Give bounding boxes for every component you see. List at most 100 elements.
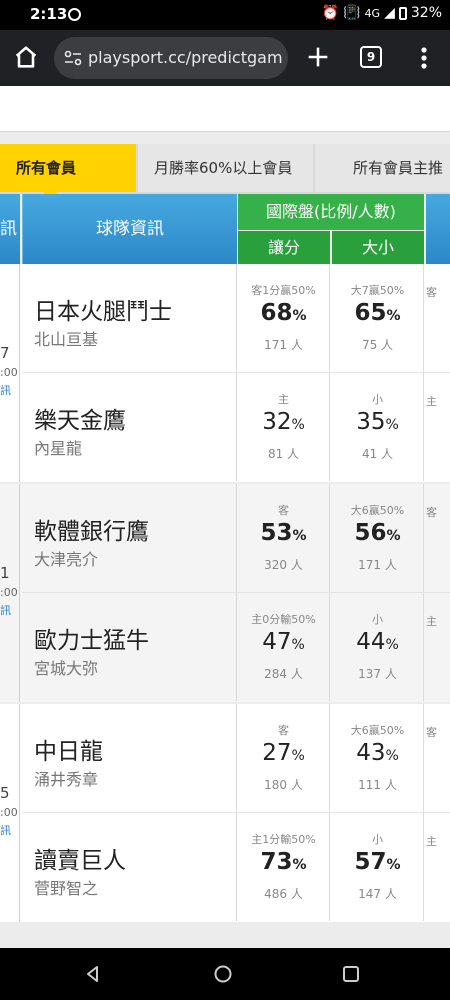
header-over-under: 大小 xyxy=(332,231,424,264)
ou-line: 大7贏50% xyxy=(350,284,405,297)
team-row: 中日龍 涌井秀章 客 27% 180 人 大6贏50% 43% 111 人 客 xyxy=(22,704,450,812)
spread-stat: 主0分輸50% 47% 284 人 xyxy=(238,593,330,701)
team-name: 讀賣巨人 xyxy=(34,848,126,874)
status-time: 2:13 xyxy=(30,5,68,23)
team-name: 軟體銀行鷹 xyxy=(34,519,149,545)
game-info-link[interactable]: 訊 xyxy=(0,602,11,618)
game-number: 1 xyxy=(0,564,10,582)
url-text: playsport.cc/predictgam xyxy=(88,48,283,67)
ou-line: 大6贏50% xyxy=(350,724,405,737)
game-meta: 1 :00 訊 xyxy=(0,484,20,702)
home-circle-icon[interactable] xyxy=(212,963,234,985)
team-row: 歐力士猛牛 宮城大弥 主0分輸50% 47% 284 人 小 44% 137 人… xyxy=(22,593,450,701)
team-cell[interactable]: 讀賣巨人 菅野智之 xyxy=(22,813,237,921)
member-tabs: 所有會員 月勝率60%以上會員 所有會員主推 xyxy=(0,144,450,199)
spread-count: 180 人 xyxy=(264,778,303,792)
spread-percent: 27% xyxy=(262,740,305,766)
spread-percent: 68% xyxy=(260,300,307,326)
game-time: :00 xyxy=(0,366,18,379)
header-spread: 讓分 xyxy=(238,231,330,264)
ou-percent: 35% xyxy=(356,409,399,435)
team-cell[interactable]: 日本火腿鬥士 北山亘基 xyxy=(22,264,237,372)
spread-line: 客 xyxy=(278,724,289,737)
plus-icon[interactable] xyxy=(304,43,332,71)
game-meta: 7 :00 訊 xyxy=(0,264,20,482)
spread-stat: 主1分輸50% 73% 486 人 xyxy=(238,813,330,921)
ou-count: 147 人 xyxy=(358,887,397,901)
ou-count: 171 人 xyxy=(358,558,397,572)
tab-monthly-60[interactable]: 月勝率60%以上會員 xyxy=(138,144,313,192)
ou-line: 小 xyxy=(372,393,383,406)
vibrate-icon: 📳 xyxy=(343,5,361,21)
sync-icon xyxy=(68,8,81,21)
status-bar: 2:13 ⏰ 📳 4G ◢ 32% xyxy=(0,0,450,30)
next-column-partial: 客 xyxy=(426,286,437,299)
team-cell[interactable]: 軟體銀行鷹 大津亮介 xyxy=(22,484,237,592)
team-name: 中日龍 xyxy=(34,739,103,765)
recents-icon[interactable] xyxy=(340,963,362,985)
game-number: 7 xyxy=(0,344,10,362)
next-column-partial: 主 xyxy=(426,835,437,848)
ou-percent: 43% xyxy=(356,740,399,766)
status-icons: ⏰ 📳 4G ◢ 32% xyxy=(322,5,442,21)
team-cell[interactable]: 歐力士猛牛 宮城大弥 xyxy=(22,593,237,701)
starting-pitcher: 宮城大弥 xyxy=(34,659,99,678)
spread-line: 主0分輸50% xyxy=(251,613,316,626)
spread-percent: 32% xyxy=(262,409,305,435)
game-number: 5 xyxy=(0,784,10,802)
game-info-link[interactable]: 訊 xyxy=(0,382,11,398)
next-column-partial: 客 xyxy=(426,726,437,739)
game-time: :00 xyxy=(0,586,18,599)
game-block: 7 :00 訊 日本火腿鬥士 北山亘基 客1分贏50% 68% 171 人 大7… xyxy=(0,264,450,482)
team-cell[interactable]: 中日龍 涌井秀章 xyxy=(22,704,237,812)
starting-pitcher: 大津亮介 xyxy=(34,550,99,569)
header-next-column xyxy=(426,194,450,264)
url-bar[interactable]: playsport.cc/predictgam xyxy=(54,37,288,79)
battery-icon xyxy=(398,6,407,20)
team-name: 樂天金鷹 xyxy=(34,408,126,434)
ou-count: 111 人 xyxy=(358,778,397,792)
table-header: 訊 球隊資訊 國際盤(比例/人數) 讓分 大小 xyxy=(0,194,450,264)
back-icon[interactable] xyxy=(82,963,104,985)
spread-stat: 主 32% 81 人 xyxy=(238,373,330,481)
game-info-link[interactable]: 訊 xyxy=(0,822,11,838)
next-column-partial: 主 xyxy=(426,395,437,408)
ou-line: 小 xyxy=(372,833,383,846)
header-info-partial: 訊 xyxy=(0,194,20,264)
team-row: 樂天金鷹 內星龍 主 32% 81 人 小 35% 41 人 主 xyxy=(22,373,450,481)
game-time: :00 xyxy=(0,806,18,819)
spread-count: 171 人 xyxy=(264,338,303,352)
home-icon[interactable] xyxy=(12,43,40,71)
spread-line: 主1分輸50% xyxy=(251,833,316,846)
spread-stat: 客1分贏50% 68% 171 人 xyxy=(238,264,330,372)
tab-all-members[interactable]: 所有會員 xyxy=(0,144,136,192)
team-name: 歐力士猛牛 xyxy=(34,628,149,654)
ou-line: 小 xyxy=(372,613,383,626)
spread-count: 284 人 xyxy=(264,667,303,681)
alarm-icon: ⏰ xyxy=(321,5,340,21)
ou-count: 137 人 xyxy=(358,667,397,681)
team-row: 讀賣巨人 菅野智之 主1分輸50% 73% 486 人 小 57% 147 人 … xyxy=(22,813,450,921)
site-settings-icon[interactable] xyxy=(64,50,82,66)
ou-line: 大6贏50% xyxy=(350,504,405,517)
over-under-stat: 大7贏50% 65% 75 人 xyxy=(332,264,424,372)
header-team-info: 球隊資訊 xyxy=(22,194,237,264)
signal-icon: ◢ xyxy=(384,5,395,21)
spread-count: 81 人 xyxy=(267,447,300,461)
team-row: 日本火腿鬥士 北山亘基 客1分贏50% 68% 171 人 大7贏50% 65%… xyxy=(22,264,450,372)
starting-pitcher: 內星龍 xyxy=(34,439,83,458)
over-under-stat: 大6贏50% 43% 111 人 xyxy=(332,704,424,812)
system-navigation-bar xyxy=(0,948,450,1000)
starting-pitcher: 北山亘基 xyxy=(34,330,99,349)
ou-percent: 56% xyxy=(354,520,401,546)
starting-pitcher: 菅野智之 xyxy=(34,879,99,898)
starting-pitcher: 涌井秀章 xyxy=(34,770,99,789)
game-block: 5 :00 訊 中日龍 涌井秀章 客 27% 180 人 大6贏50% 43% … xyxy=(0,704,450,922)
spread-count: 486 人 xyxy=(264,887,303,901)
spread-count: 320 人 xyxy=(264,558,303,572)
game-block: 1 :00 訊 軟體銀行鷹 大津亮介 客 53% 320 人 大6贏50% 56… xyxy=(0,484,450,702)
tab-all-members-picks[interactable]: 所有會員主推 xyxy=(315,144,450,192)
more-menu-icon[interactable] xyxy=(414,44,434,72)
tab-switcher-button[interactable]: 9 xyxy=(360,46,382,68)
team-cell[interactable]: 樂天金鷹 內星龍 xyxy=(22,373,237,481)
